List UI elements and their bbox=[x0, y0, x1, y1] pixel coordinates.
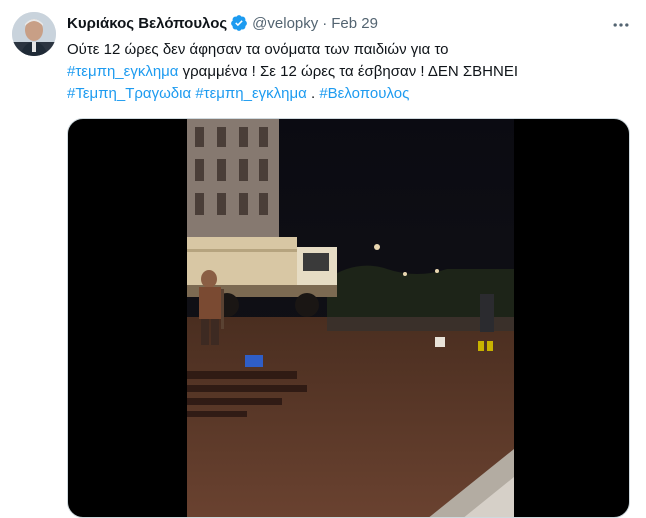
video-player[interactable] bbox=[67, 118, 630, 518]
tweet-date[interactable]: Feb 29 bbox=[331, 15, 378, 32]
tweet-text-line2: γραμμένα ! Σε 12 ώρες τα έσβησαν ! ΔΕΝ Σ… bbox=[178, 63, 519, 80]
author-name[interactable]: Κυριάκος Βελόπουλος bbox=[67, 15, 227, 32]
tweet-text-separator: . bbox=[306, 85, 320, 102]
hashtag-link[interactable]: #Τεμπη_Τραγωδια bbox=[67, 85, 191, 102]
tweet-text-line1: Ούτε 12 ώρες δεν άφησαν τα ονόματα των π… bbox=[67, 41, 449, 58]
hashtag-link[interactable]: #Βελοπουλος bbox=[319, 85, 409, 102]
header-separator: · bbox=[322, 14, 328, 32]
hashtag-link[interactable]: #τεμπη_εγκλημα bbox=[195, 85, 306, 102]
avatar-photo-icon bbox=[12, 12, 56, 56]
tweet-text: Ούτε 12 ώρες δεν άφησαν τα ονόματα των π… bbox=[67, 39, 627, 105]
author-avatar[interactable] bbox=[12, 12, 56, 56]
tweet-header: Κυριάκος Βελόπουλος @velopky · Feb 29 bbox=[67, 14, 378, 32]
author-handle[interactable]: @velopky bbox=[252, 15, 318, 32]
night-street-video-frame-icon bbox=[187, 119, 514, 517]
more-options-button[interactable] bbox=[606, 10, 636, 40]
verified-badge-icon bbox=[231, 15, 248, 31]
tweet-card[interactable]: Κυριάκος Βελόπουλος @velopky · Feb 29 Ού… bbox=[0, 0, 646, 518]
more-dots-icon bbox=[613, 23, 629, 27]
video-frame[interactable] bbox=[187, 119, 514, 517]
hashtag-link[interactable]: #τεμπη_εγκλημα bbox=[67, 63, 178, 80]
